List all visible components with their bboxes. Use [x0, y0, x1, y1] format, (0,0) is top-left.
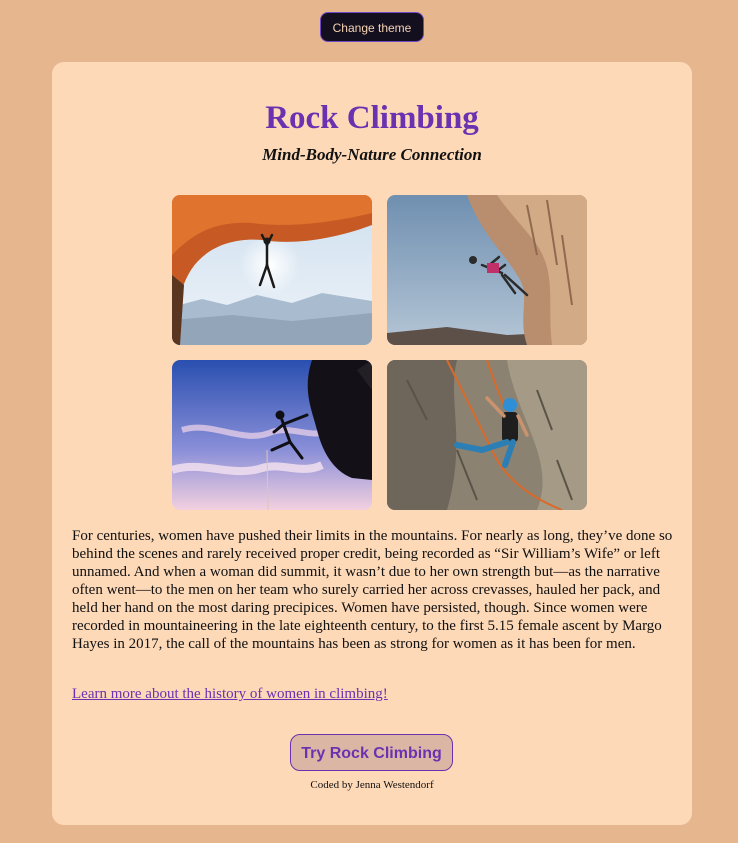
climbing-photo-cliff — [387, 195, 587, 345]
climbing-photo-sunset-image — [172, 360, 372, 510]
body-paragraph: For centuries, women have pushed their l… — [72, 528, 673, 652]
climbing-photo-helmet — [387, 360, 587, 510]
learn-more-link[interactable]: Learn more about the history of women in… — [72, 686, 388, 703]
page-subtitle: Mind-Body-Nature Connection — [262, 145, 482, 164]
climbing-photo-sunset — [172, 360, 372, 510]
climbing-photo-arch — [172, 195, 372, 345]
change-theme-button[interactable]: Change theme — [320, 12, 424, 42]
footer-credit: Coded by Jenna Westendorf — [310, 779, 434, 791]
content-card: Rock Climbing Mind-Body-Nature Connectio… — [52, 62, 692, 825]
climbing-photo-cliff-image — [387, 195, 587, 345]
try-rock-climbing-button[interactable]: Try Rock Climbing — [290, 734, 453, 771]
page-title: Rock Climbing — [265, 100, 479, 136]
climbing-photo-helmet-image — [387, 360, 587, 510]
climbing-photo-arch-image — [172, 195, 372, 345]
